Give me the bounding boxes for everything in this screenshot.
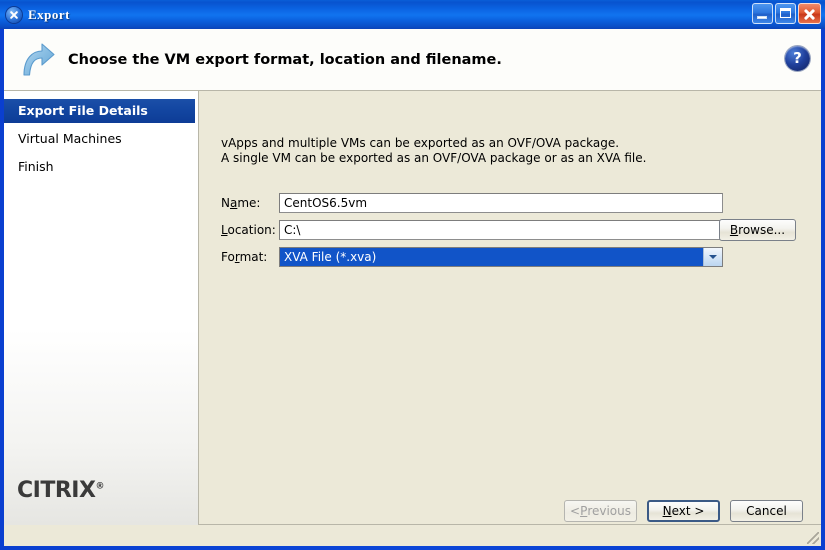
browse-button[interactable]: Browse... (719, 219, 796, 241)
window-title: Export (28, 6, 70, 22)
sidebar-item-export-file-details[interactable]: Export File Details (4, 99, 195, 123)
location-label-post: ocation: (227, 223, 276, 237)
help-icon: ? (793, 48, 802, 67)
next-button[interactable]: Next > (647, 500, 720, 522)
wizard-header: Choose the VM export format, location an… (4, 29, 821, 91)
sidebar-item-finish[interactable]: Finish (4, 155, 198, 179)
intro-line-1: vApps and multiple VMs can be exported a… (221, 136, 620, 150)
location-field-row: Location: C:\ (221, 220, 723, 240)
format-select-value: XVA File (*.xva) (280, 248, 703, 266)
format-label-pre: Fo (221, 250, 235, 264)
sidebar-item-virtual-machines[interactable]: Virtual Machines (4, 127, 198, 151)
citrix-logo: CITRIX® (17, 478, 104, 503)
previous-button[interactable]: < Previous (564, 500, 637, 522)
sidebar-item-label: Finish (18, 159, 54, 174)
window-controls (752, 3, 821, 24)
chevron-down-glyph (709, 255, 717, 259)
name-field-row: Name: CentOS6.5vm (221, 193, 723, 213)
help-button[interactable]: ? (785, 46, 810, 71)
wizard-footer: < Previous Next > Cancel (4, 500, 821, 546)
minimize-icon (757, 16, 767, 19)
resize-grip[interactable] (807, 532, 819, 544)
export-wizard-window: Export Choose the VM export format, loca… (0, 0, 825, 550)
page-title: Choose the VM export format, location an… (68, 51, 502, 68)
wizard-content-panel: vApps and multiple VMs can be exported a… (199, 91, 821, 525)
citrix-logo-text: CITRIX (17, 478, 96, 503)
name-label: Name: (221, 196, 279, 210)
chevron-down-icon[interactable] (703, 248, 722, 266)
name-label-pre: N (221, 196, 230, 210)
minimize-button[interactable] (752, 3, 773, 24)
cancel-button[interactable]: Cancel (730, 500, 803, 522)
maximize-icon (780, 8, 791, 18)
next-label-mnemonic: N (662, 504, 672, 518)
format-field-row: Format: XVA File (*.xva) (221, 247, 723, 267)
browse-label-mnemonic: B (729, 223, 739, 237)
next-label-post: ext > (671, 504, 705, 518)
client-area: Choose the VM export format, location an… (4, 29, 821, 546)
format-label-post: mat: (239, 250, 268, 264)
step-list: Export File Details Virtual Machines Fin… (4, 91, 198, 179)
sidebar-item-label: Export File Details (18, 103, 148, 118)
location-input[interactable]: C:\ (279, 220, 723, 240)
wizard-steps-sidebar: Export File Details Virtual Machines Fin… (4, 91, 199, 525)
browse-label-post: rowse... (738, 223, 786, 237)
cancel-label-pre: Cancel (746, 504, 787, 518)
previous-label-post: revious (587, 504, 631, 518)
close-x-circle-icon (6, 6, 22, 23)
previous-label-mnemonic: P (580, 504, 588, 518)
intro-line-2: A single VM can be exported as an OVF/OV… (221, 151, 647, 165)
sidebar-item-label: Virtual Machines (18, 131, 122, 146)
location-label: Location: (221, 223, 279, 237)
maximize-button[interactable] (775, 3, 796, 24)
close-button[interactable] (798, 3, 821, 24)
curved-arrow-icon (23, 42, 55, 76)
name-input[interactable]: CentOS6.5vm (279, 193, 723, 213)
title-bar: Export (0, 0, 825, 29)
intro-text: vApps and multiple VMs can be exported a… (221, 136, 646, 166)
footer-button-group: < Previous Next > Cancel (564, 500, 803, 522)
previous-label-pre: < (570, 504, 581, 518)
format-select[interactable]: XVA File (*.xva) (279, 247, 723, 267)
format-label: Format: (221, 250, 279, 264)
citrix-logo-mark: ® (95, 481, 104, 492)
name-label-post: me: (237, 196, 261, 210)
